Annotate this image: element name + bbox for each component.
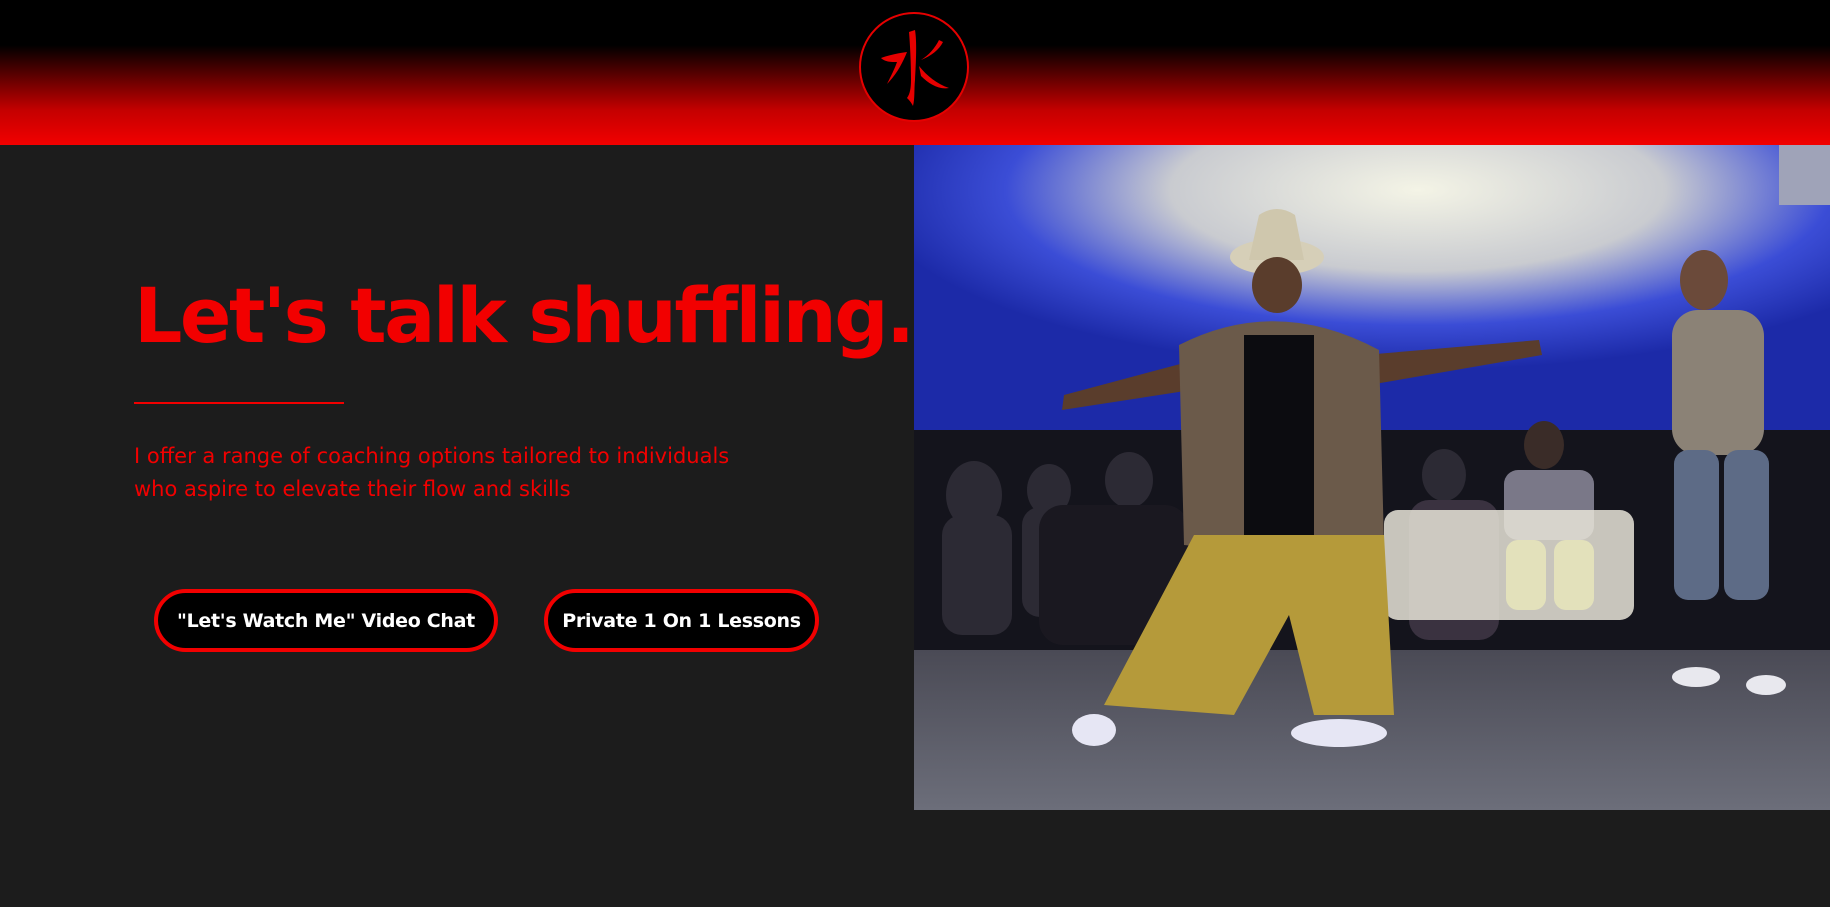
- hero-description: I offer a range of coaching options tail…: [134, 444, 730, 501]
- hero-section: Let's talk shuffling. I offer a range of…: [0, 145, 915, 907]
- title-divider: [134, 402, 344, 404]
- dance-performance-photo: [914, 145, 1830, 810]
- site-header: [0, 0, 1830, 145]
- logo[interactable]: [859, 12, 969, 122]
- hero-title: Let's talk shuffling.: [134, 271, 915, 360]
- water-kanji-logo-icon: [881, 30, 949, 106]
- private-lessons-button[interactable]: Private 1 On 1 Lessons: [544, 589, 819, 652]
- video-chat-button[interactable]: "Let's Watch Me" Video Chat: [154, 589, 498, 652]
